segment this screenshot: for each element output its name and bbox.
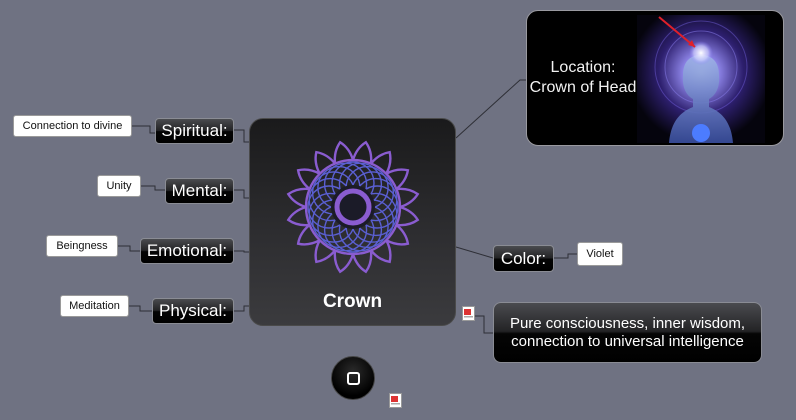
mental-value-box[interactable]: Unity [97, 175, 141, 197]
central-topic-title: Crown [322, 291, 383, 312]
emotional-value: Beingness [56, 240, 108, 252]
spiritual-label: Spiritual: [161, 121, 228, 140]
crown-chakra-icon [286, 140, 420, 274]
mental-label-node[interactable]: Mental: [165, 178, 234, 204]
physical-label-node[interactable]: Physical: [152, 298, 234, 324]
square-icon [346, 371, 360, 385]
physical-value-box[interactable]: Meditation [60, 295, 129, 317]
location-text: Location: Crown of Head [529, 59, 637, 96]
physical-label: Physical: [158, 301, 228, 320]
attachment-note-icon-2[interactable] [389, 393, 402, 408]
floating-topic-button[interactable] [331, 356, 375, 400]
color-value: Violet [586, 248, 614, 260]
description-node[interactable]: Pure consciousness, inner wisdom, connec… [493, 302, 762, 363]
spiritual-value: Connection to divine [22, 120, 123, 132]
meditating-head-aura-image [637, 15, 765, 143]
description-text: Pure consciousness, inner wisdom, connec… [509, 314, 746, 350]
emotional-label: Emotional: [146, 241, 228, 260]
emotional-label-node[interactable]: Emotional: [140, 238, 234, 264]
spiritual-label-node[interactable]: Spiritual: [155, 118, 234, 144]
emotional-value-box[interactable]: Beingness [46, 235, 118, 257]
central-topic-node[interactable]: Crown [249, 118, 456, 326]
attachment-note-icon[interactable] [462, 306, 475, 321]
color-label: Color: [500, 248, 547, 268]
physical-value: Meditation [69, 300, 120, 312]
mental-label: Mental: [171, 181, 228, 200]
spiritual-value-box[interactable]: Connection to divine [13, 115, 132, 137]
location-node[interactable]: Location: Crown of Head [526, 10, 784, 146]
color-label-node[interactable]: Color: [493, 245, 554, 272]
mental-value: Unity [106, 180, 132, 192]
color-value-box[interactable]: Violet [577, 242, 623, 266]
